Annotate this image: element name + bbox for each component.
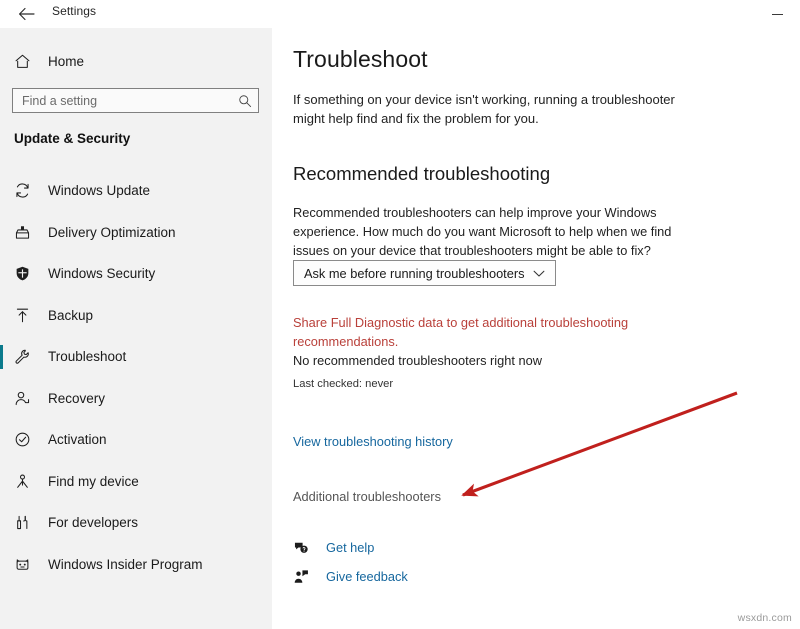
minimize-dash bbox=[771, 13, 783, 15]
sidebar-item-windows-insider-program[interactable]: Windows Insider Program bbox=[0, 544, 272, 586]
window-title: Settings bbox=[52, 4, 97, 18]
no-recommended-troubleshooters-status: No recommended troubleshooters right now bbox=[293, 353, 542, 368]
intro-text: If something on your device isn't workin… bbox=[293, 92, 675, 126]
sidebar-item-windows-security[interactable]: Windows Security bbox=[0, 253, 272, 295]
view-troubleshooting-history-link[interactable]: View troubleshooting history bbox=[293, 434, 453, 449]
sidebar-item-label: Windows Insider Program bbox=[48, 556, 203, 572]
search-box[interactable] bbox=[12, 88, 259, 113]
sidebar-item-label: Troubleshoot bbox=[48, 349, 127, 365]
sidebar-item-activation[interactable]: Activation bbox=[0, 419, 272, 461]
settings-window: Settings Home Update & Se bbox=[0, 0, 800, 629]
sidebar-item-troubleshoot[interactable]: Troubleshoot bbox=[0, 336, 272, 378]
sidebar-home-label: Home bbox=[48, 53, 85, 69]
sidebar-item-delivery-optimization[interactable]: Delivery Optimization bbox=[0, 212, 272, 254]
section-description: Recommended troubleshooters can help imp… bbox=[293, 205, 672, 258]
sidebar-item-home[interactable]: Home bbox=[0, 45, 272, 77]
back-arrow-icon[interactable] bbox=[12, 1, 40, 27]
give-feedback-row[interactable]: Give feedback bbox=[293, 562, 593, 591]
sidebar-item-label: Delivery Optimization bbox=[48, 224, 176, 240]
sidebar-item-label: Activation bbox=[48, 432, 107, 448]
wrench-icon bbox=[14, 348, 40, 365]
sidebar-item-recovery[interactable]: Recovery bbox=[0, 378, 272, 420]
check-circle-icon bbox=[14, 431, 40, 448]
sidebar-item-label: Backup bbox=[48, 307, 94, 323]
tools-icon bbox=[14, 514, 40, 531]
sidebar-item-label: For developers bbox=[48, 515, 139, 531]
sidebar-item-label: Windows Security bbox=[48, 266, 156, 282]
upload-arrow-icon bbox=[14, 307, 40, 324]
recovery-person-icon bbox=[14, 390, 40, 407]
additional-troubleshooters-link[interactable]: Additional troubleshooters bbox=[293, 489, 441, 504]
help-bubble-icon bbox=[293, 540, 317, 556]
refresh-icon bbox=[14, 182, 40, 199]
title-bar: Settings bbox=[0, 0, 800, 28]
help-links: Get help Give feedback bbox=[293, 533, 593, 591]
feedback-person-icon bbox=[293, 569, 317, 585]
search-icon[interactable] bbox=[232, 94, 258, 108]
share-diagnostic-data-link[interactable]: Share Full Diagnostic data to get additi… bbox=[293, 313, 671, 351]
find-device-icon bbox=[14, 473, 40, 490]
sidebar-item-label: Recovery bbox=[48, 390, 106, 406]
get-help-label[interactable]: Get help bbox=[326, 540, 374, 555]
search-input[interactable] bbox=[13, 93, 232, 108]
sidebar-item-windows-update[interactable]: Windows Update bbox=[0, 170, 272, 212]
sidebar-item-label: Windows Update bbox=[48, 183, 151, 199]
page-title: Troubleshoot bbox=[293, 46, 428, 72]
give-feedback-label[interactable]: Give feedback bbox=[326, 569, 408, 584]
sidebar: Home Update & Security bbox=[0, 28, 272, 629]
dropdown-selected-value: Ask me before running troubleshooters bbox=[304, 265, 525, 281]
get-help-row[interactable]: Get help bbox=[293, 533, 593, 562]
minimize-icon[interactable] bbox=[754, 0, 800, 28]
recommended-troubleshooting-dropdown[interactable]: Ask me before running troubleshooters bbox=[293, 260, 556, 286]
watermark: wsxdn.com bbox=[737, 612, 792, 624]
delivery-box-icon bbox=[14, 224, 40, 241]
sidebar-group-title: Update & Security bbox=[14, 131, 131, 146]
sidebar-nav: Windows Update Delivery Optimization Win… bbox=[0, 170, 272, 585]
home-icon bbox=[14, 53, 40, 70]
sidebar-item-label: Find my device bbox=[48, 473, 139, 489]
sidebar-item-backup[interactable]: Backup bbox=[0, 295, 272, 337]
shield-icon bbox=[14, 265, 40, 282]
sidebar-item-for-developers[interactable]: For developers bbox=[0, 502, 272, 544]
sidebar-item-find-my-device[interactable]: Find my device bbox=[0, 461, 272, 503]
main-content: Troubleshoot If something on your device… bbox=[272, 28, 800, 629]
insider-cat-icon bbox=[14, 556, 40, 573]
last-checked-text: Last checked: never bbox=[293, 378, 394, 390]
section-title-recommended-troubleshooting: Recommended troubleshooting bbox=[293, 163, 551, 184]
chevron-down-icon[interactable] bbox=[531, 269, 547, 278]
